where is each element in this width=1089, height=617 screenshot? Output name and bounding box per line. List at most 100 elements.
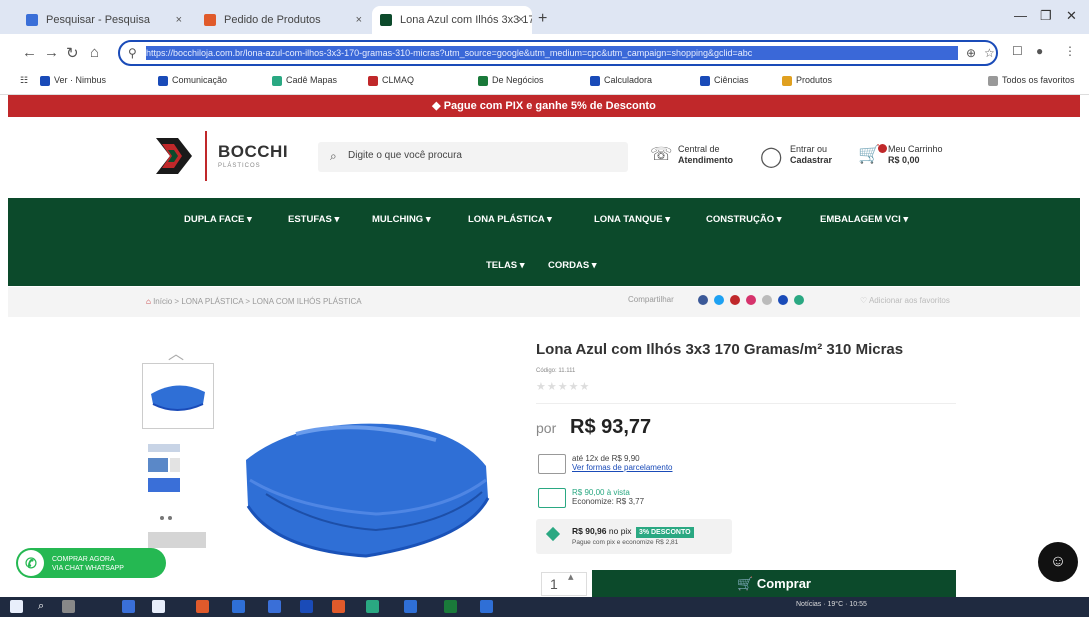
cart-link[interactable]: Meu Carrinho R$ 0,00 [888, 144, 943, 166]
task-view-icon[interactable] [62, 600, 75, 613]
bookmark-item[interactable]: Ver · Nimbus [40, 75, 106, 86]
pix-price: R$ 90,96 [572, 526, 607, 536]
taskbar-app-icon[interactable] [268, 600, 281, 613]
menu-item[interactable]: CONSTRUÇÃO ▾ [706, 214, 782, 225]
profile-icon[interactable]: ● [1036, 44, 1043, 58]
system-tray[interactable]: Notícias · 19°C · 10:55 [796, 601, 867, 608]
extensions-icon[interactable]: ☐ [1012, 44, 1023, 58]
twitter-icon[interactable] [714, 295, 724, 305]
whatsapp-chat-button[interactable]: ✆ COMPRAR AGORA VIA CHAT WHATSAPP [16, 548, 166, 578]
product-thumbnail[interactable] [142, 508, 212, 552]
chat-widget-button[interactable]: ☺ [1038, 542, 1078, 582]
site-info-icon[interactable]: ⚲ [128, 46, 137, 60]
menu-item[interactable]: CORDAS ▾ [548, 260, 597, 271]
bookmark-item[interactable]: Calculadora [590, 75, 652, 86]
product-title: Lona Azul com Ilhós 3x3 170 Gramas/m² 31… [536, 341, 904, 358]
browser-tab-active[interactable]: Lona Azul com Ilhós 3x3 170 G × [372, 6, 532, 34]
back-icon[interactable]: ← [22, 44, 37, 61]
pinterest-icon[interactable] [730, 295, 740, 305]
forward-icon[interactable]: → [44, 44, 59, 61]
product-thumbnail[interactable] [142, 438, 212, 502]
menu-item[interactable]: LONA TANQUE ▾ [594, 214, 670, 225]
taskbar-app-icon[interactable] [196, 600, 209, 613]
breadcrumb-item[interactable]: Início [153, 297, 172, 306]
tarp-thumbnail-icon [151, 385, 205, 411]
bocchi-logo[interactable] [152, 134, 200, 178]
menu-item[interactable]: EMBALAGEM VCI ▾ [820, 214, 908, 225]
rating-stars[interactable]: ★★★★★ [536, 380, 590, 393]
taskbar-app-icon[interactable] [232, 600, 245, 613]
reload-icon[interactable]: ↻ [66, 44, 79, 62]
support-icon[interactable]: ☏ [650, 144, 673, 165]
tarp-detail-thumbnail-icon [148, 516, 206, 548]
taskbar-app-icon[interactable] [404, 600, 417, 613]
bookmark-item[interactable]: CLMAQ [368, 75, 414, 86]
bookmarks-bar: ☷ Ver · Nimbus Comunicação Cadê Mapas CL… [0, 70, 1089, 95]
start-icon[interactable] [10, 600, 23, 613]
bookmark-item[interactable]: Todos os favoritos [988, 75, 1075, 86]
taskbar-app-icon[interactable] [122, 600, 135, 613]
bookmark-favicon-icon [988, 76, 998, 86]
taskbar-app-icon[interactable] [300, 600, 313, 613]
bookmark-item[interactable]: De Negócios [478, 75, 544, 86]
search-taskbar-icon[interactable]: ⌕ [38, 600, 51, 613]
bookmark-favicon-icon [700, 76, 710, 86]
quantity-stepper[interactable]: 1 [541, 572, 587, 596]
product-thumbnail[interactable] [142, 363, 214, 429]
taskbar-app-icon[interactable] [152, 600, 165, 613]
email-icon[interactable] [762, 295, 772, 305]
taskbar-app-icon[interactable] [480, 600, 493, 613]
bookmark-star-icon[interactable]: ☆ [984, 46, 995, 60]
url-text[interactable]: https://bocchiloja.com.br/lona-azul-com-… [146, 46, 958, 60]
home-icon[interactable]: ⌂ [146, 297, 151, 306]
minimize-button[interactable]: — [1014, 8, 1027, 23]
bookmark-item[interactable]: Cadê Mapas [272, 75, 337, 86]
search-icon[interactable]: ⌕ [330, 149, 337, 164]
share-icon[interactable]: ⊕ [966, 46, 976, 60]
main-menu: DUPLA FACE ▾ ESTUFAS ▾ MULCHING ▾ LONA P… [8, 198, 1080, 286]
facebook-icon[interactable] [698, 295, 708, 305]
support-link[interactable]: Central de Atendimento [678, 144, 733, 166]
tarp-usage-thumbnail-icon [148, 444, 180, 492]
divider [536, 403, 956, 404]
tab-close-icon[interactable]: × [518, 6, 524, 34]
instagram-icon[interactable] [746, 295, 756, 305]
installments-link[interactable]: Ver formas de parcelamento [572, 463, 673, 472]
taskbar-app-icon[interactable] [444, 600, 457, 613]
taskbar-app-icon[interactable] [332, 600, 345, 613]
breadcrumb-item[interactable]: LONA PLÁSTICA [181, 297, 243, 306]
menu-icon[interactable]: ⋮ [1064, 44, 1076, 58]
apps-icon[interactable]: ☷ [20, 75, 28, 86]
bookmark-item[interactable]: Comunicação [158, 75, 227, 86]
favorite-link[interactable]: ♡ Adicionar aos favoritos [860, 296, 950, 305]
taskbar-app-icon[interactable] [366, 600, 379, 613]
tab-close-icon[interactable]: × [176, 6, 182, 34]
whatsapp-share-icon[interactable] [794, 295, 804, 305]
new-tab-button[interactable]: + [538, 10, 547, 28]
browser-tab[interactable]: Pesquisar - Pesquisa × [18, 6, 190, 34]
quantity-increment-icon[interactable]: ▴ [568, 570, 574, 583]
search-input[interactable]: ⌕ Digite o que você procura [318, 142, 628, 172]
user-icon[interactable]: ◯ [760, 144, 782, 169]
login-link[interactable]: Entrar ou Cadastrar [790, 144, 832, 166]
bookmark-item[interactable]: Produtos [782, 75, 832, 86]
buy-button[interactable]: 🛒 Comprar [592, 570, 956, 598]
bookmark-item[interactable]: Ciências [700, 75, 749, 86]
close-window-button[interactable]: ✕ [1066, 8, 1077, 24]
product-main-image[interactable] [236, 410, 496, 560]
maximize-button[interactable]: ❐ [1040, 8, 1052, 24]
messenger-icon[interactable] [778, 295, 788, 305]
browser-tab[interactable]: Pedido de Produtos × [196, 6, 370, 34]
menu-item[interactable]: TELAS ▾ [486, 260, 525, 271]
tab-favicon-icon [204, 14, 216, 26]
chevron-up-icon[interactable]: ︿ [168, 340, 184, 364]
menu-item[interactable]: MULCHING ▾ [372, 214, 431, 225]
brand-name[interactable]: BOCCHI [218, 142, 288, 162]
home-icon[interactable]: ⌂ [90, 44, 99, 61]
brand-subtitle: PLÁSTICOS [218, 163, 261, 169]
menu-item[interactable]: LONA PLÁSTICA ▾ [468, 214, 552, 225]
menu-item[interactable]: ESTUFAS ▾ [288, 214, 339, 225]
tab-close-icon[interactable]: × [356, 6, 362, 34]
menu-item[interactable]: DUPLA FACE ▾ [184, 214, 252, 225]
address-bar[interactable]: ⚲ https://bocchiloja.com.br/lona-azul-co… [118, 40, 998, 66]
